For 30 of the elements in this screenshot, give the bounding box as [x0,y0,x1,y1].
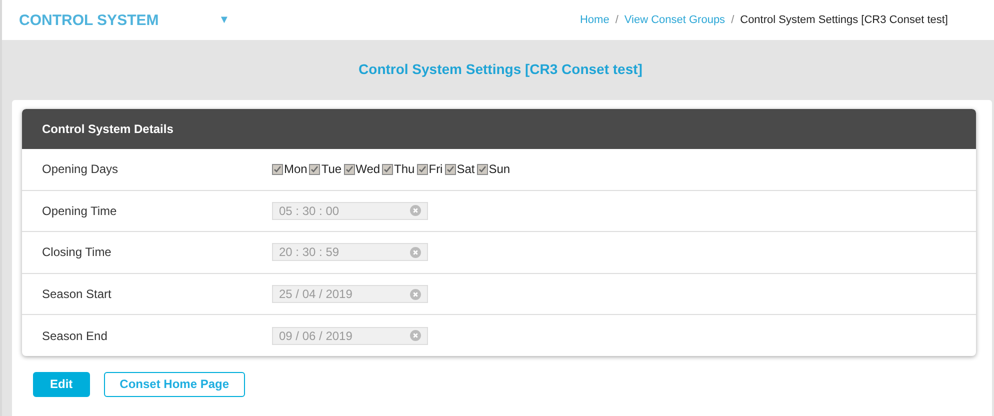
breadcrumb-link[interactable]: View Conset Groups [624,14,726,26]
field-label: Opening Time [42,204,118,218]
day-checkbox[interactable] [344,164,355,175]
field-label: Opening Days [42,162,120,176]
day-checkbox[interactable] [444,164,456,175]
field-label: Season End [42,328,108,343]
day-label: Thu [394,162,415,176]
day-label: Sun [488,162,510,176]
breadcrumb-current: Control System Settings [CR3 Conset test] [740,14,948,26]
day-label: Wed [356,162,380,176]
panel-title: Control System Details [42,122,174,136]
day-label: Sat [456,162,475,176]
breadcrumb-separator: / [731,14,734,26]
day-checkbox[interactable] [382,164,394,175]
breadcrumb-link[interactable]: Home [580,14,610,26]
day-checkbox[interactable] [309,164,320,175]
day-checkbox[interactable] [272,164,283,175]
field-label: Closing Time [42,245,112,260]
day-checkbox[interactable] [416,164,428,175]
page-title: Control System Settings [CR3 Conset test] [358,61,642,77]
breadcrumb-separator: / [615,14,618,26]
app-title: CONTROL SYSTEM [19,12,159,28]
edit-button[interactable]: Edit [33,372,90,397]
home-page-button[interactable]: Conset Home Page [104,372,246,397]
day-label: Tue [321,162,342,176]
field-label: Season Start [42,287,112,302]
dropdown-caret[interactable]: ▼ [218,14,230,26]
day-label: Mon [284,162,308,176]
day-checkbox[interactable] [476,164,488,175]
day-label: Fri [428,162,443,176]
